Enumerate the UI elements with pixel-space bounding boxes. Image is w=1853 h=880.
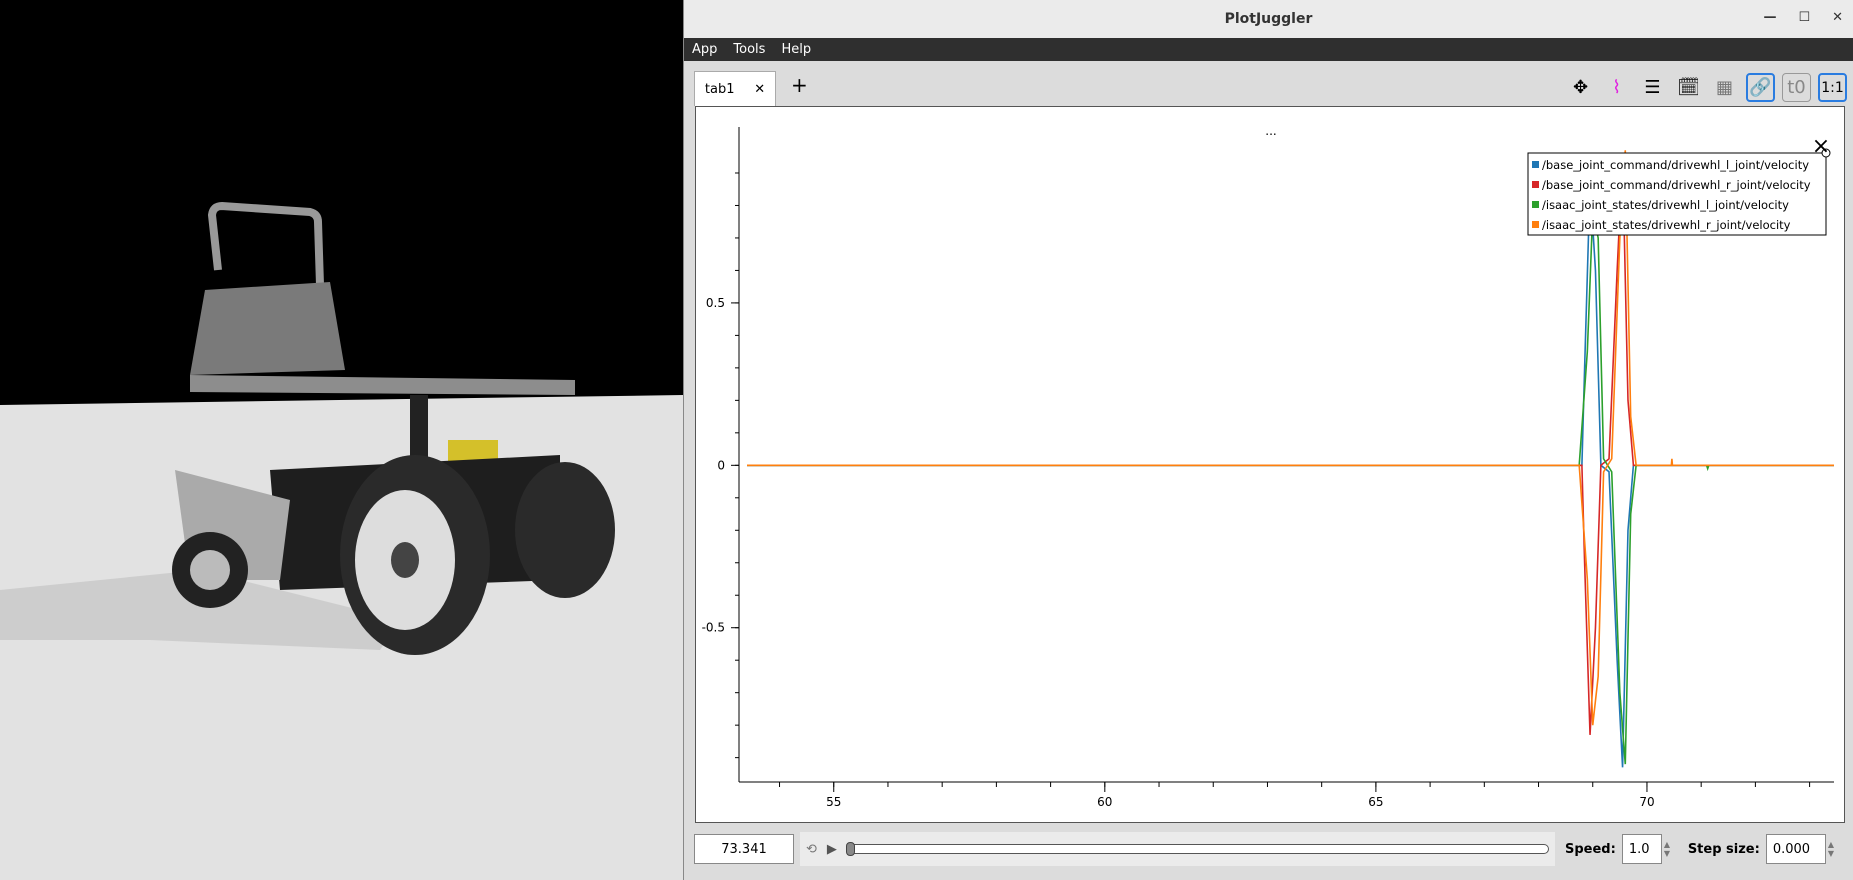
toolbar: ✥ ⌇ ☰ 🗓 ▦ 🔗 t0 1:1 bbox=[1566, 73, 1847, 102]
series-line-2 bbox=[747, 211, 1834, 765]
ratio-button[interactable]: 1:1 bbox=[1818, 73, 1847, 102]
close-plot-icon[interactable]: × bbox=[1812, 134, 1830, 159]
menu-app[interactable]: App bbox=[692, 42, 717, 57]
series-line-0 bbox=[747, 182, 1834, 768]
x-tick-label: 70 bbox=[1639, 795, 1654, 809]
legend-list-icon[interactable]: ☰ bbox=[1638, 73, 1667, 102]
loop-icon[interactable]: ⟲ bbox=[806, 842, 817, 857]
plotjuggler-window: PlotJuggler — ☐ ✕ App Tools Help tab1 ✕ + ✥… bbox=[683, 0, 1853, 880]
legend-swatch bbox=[1532, 161, 1539, 168]
legend-entry: /isaac_joint_states/drivewhl_r_joint/vel… bbox=[1542, 218, 1791, 232]
tab-label: tab1 bbox=[704, 81, 735, 97]
time-zero-button[interactable]: t0 bbox=[1782, 73, 1811, 102]
link-icon[interactable]: 🔗 bbox=[1746, 73, 1775, 102]
3d-viewport[interactable] bbox=[0, 0, 683, 880]
close-tab-icon[interactable]: ✕ bbox=[754, 82, 765, 97]
time-display[interactable]: 73.341 bbox=[694, 834, 794, 864]
minimize-icon[interactable]: — bbox=[1763, 10, 1776, 25]
maximize-icon[interactable]: ☐ bbox=[1798, 10, 1810, 25]
slider-thumb[interactable] bbox=[845, 842, 855, 856]
time-slider[interactable] bbox=[845, 842, 1549, 856]
close-icon[interactable]: ✕ bbox=[1832, 10, 1843, 25]
legend-entry: /base_joint_command/drivewhl_l_joint/vel… bbox=[1542, 158, 1809, 172]
title-bar: PlotJuggler — ☐ ✕ bbox=[684, 0, 1853, 38]
menu-tools[interactable]: Tools bbox=[733, 42, 765, 57]
speed-spinner[interactable]: ▲ ▼ bbox=[1664, 840, 1678, 858]
y-tick-label: 0.5 bbox=[706, 296, 725, 310]
series-line-3 bbox=[747, 150, 1834, 726]
tab-tab1[interactable]: tab1 ✕ bbox=[694, 71, 776, 106]
grid-icon[interactable]: ▦ bbox=[1710, 73, 1739, 102]
legend-entry: /isaac_joint_states/drivewhl_l_joint/vel… bbox=[1542, 198, 1789, 212]
x-tick-label: 60 bbox=[1097, 795, 1112, 809]
step-size-input[interactable]: 0.000 bbox=[1765, 834, 1826, 864]
tracker-icon[interactable]: ⌇ bbox=[1602, 73, 1631, 102]
play-icon[interactable]: ▶ bbox=[827, 842, 837, 857]
playback-bar: 73.341 ⟲ ▶ Speed: 1.0 ▲ ▼ Step size: 0.00… bbox=[694, 832, 1844, 866]
series-line-1 bbox=[747, 156, 1834, 735]
add-tab-button[interactable]: + bbox=[791, 73, 808, 97]
speed-input[interactable]: 1.0 bbox=[1621, 834, 1662, 864]
calendar-clock-icon[interactable]: 🗓 bbox=[1674, 73, 1703, 102]
x-tick-label: 65 bbox=[1368, 795, 1383, 809]
step-spinner[interactable]: ▲ ▼ bbox=[1828, 840, 1842, 858]
move-icon[interactable]: ✥ bbox=[1566, 73, 1595, 102]
menu-help[interactable]: Help bbox=[781, 42, 811, 57]
legend-swatch bbox=[1532, 201, 1539, 208]
y-tick-label: 0 bbox=[717, 458, 725, 472]
tab-bar: tab1 ✕ + ✥ ⌇ ☰ 🗓 ▦ 🔗 t0 1:1 bbox=[684, 61, 1853, 106]
line-chart[interactable]: ... 0.5 0 -0.5 55 60 65 70/base_joint_command/d… bbox=[696, 107, 1846, 824]
speed-label: Speed: bbox=[1565, 841, 1616, 857]
step-size-label: Step size: bbox=[1687, 841, 1760, 857]
y-tick-label: -0.5 bbox=[702, 621, 725, 635]
x-tick-label: 55 bbox=[826, 795, 841, 809]
menu-bar: App Tools Help bbox=[684, 38, 1853, 61]
legend-swatch bbox=[1532, 181, 1539, 188]
window-title: PlotJuggler bbox=[1224, 11, 1313, 27]
plot-area[interactable]: ... 0.5 0 -0.5 55 60 65 70/base_joint_command/d… bbox=[695, 106, 1845, 823]
legend-swatch bbox=[1532, 221, 1539, 228]
plot-title: ... bbox=[1265, 124, 1276, 138]
legend-entry: /base_joint_command/drivewhl_r_joint/vel… bbox=[1542, 178, 1811, 192]
